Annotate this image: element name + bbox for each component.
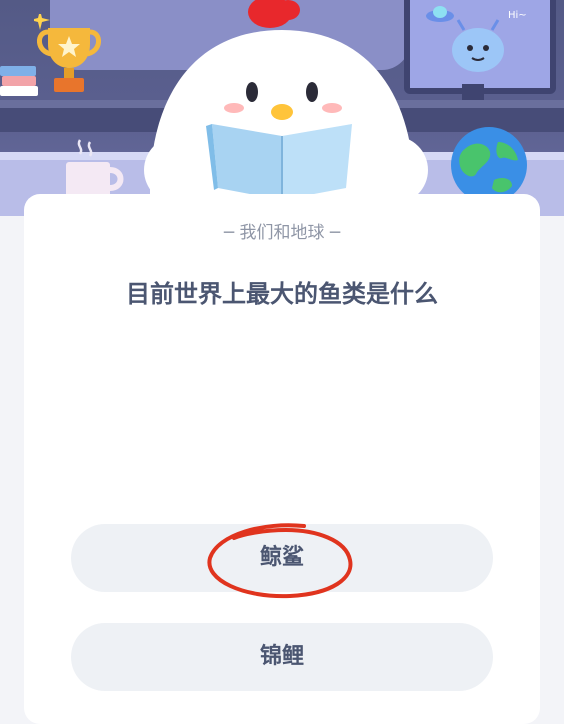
answer-option-2[interactable]: 锦鲤 bbox=[71, 623, 493, 691]
answer-option-2-label: 锦鲤 bbox=[259, 644, 304, 669]
answer-option-1[interactable]: 鲸鲨 bbox=[71, 524, 493, 592]
question-text: 目前世界上最大的鱼类是什么 bbox=[126, 280, 438, 308]
alien-greeting-text: Hi~ bbox=[508, 10, 527, 21]
divider-right: ─ bbox=[324, 223, 341, 243]
category-label: ─ 我们和地球 ─ bbox=[24, 218, 540, 243]
mug-icon bbox=[66, 139, 124, 200]
trophy-icon bbox=[34, 14, 101, 92]
chick-mascot-illustration bbox=[144, 0, 428, 216]
answer-option-1-label: 鲸鲨 bbox=[259, 545, 304, 570]
quiz-card: ─ 我们和地球 ─ 目前世界上最大的鱼类是什么 鲸鲨 锦鲤 bbox=[24, 194, 540, 724]
divider-left: ─ bbox=[223, 223, 240, 243]
category-text: 我们和地球 bbox=[239, 223, 325, 243]
hero-banner: Hi~ bbox=[0, 0, 564, 216]
